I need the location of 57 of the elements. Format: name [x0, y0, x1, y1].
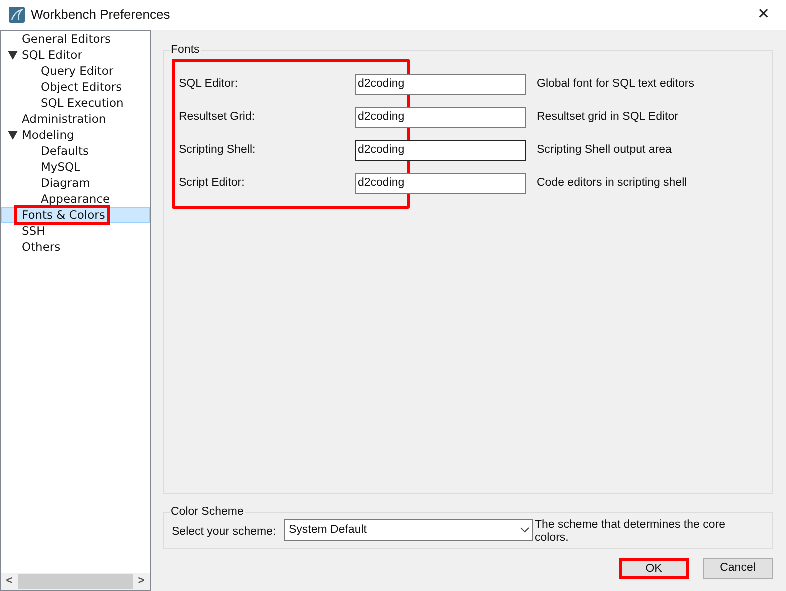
tree-row[interactable]: Others: [1, 239, 150, 255]
scroll-left-button[interactable]: <: [1, 573, 18, 590]
scheme-dropdown[interactable]: System Default: [284, 519, 533, 542]
tree-item-label[interactable]: General Editors: [20, 32, 114, 46]
tree-row[interactable]: General Editors: [1, 31, 150, 47]
tree-row[interactable]: Fonts & Colors: [1, 207, 150, 223]
expanded-triangle-icon[interactable]: [8, 130, 18, 140]
font-description: Code editors in scripting shell: [537, 176, 688, 192]
dialog-button[interactable]: Cancel: [703, 558, 773, 579]
window-title: Workbench Preferences: [31, 6, 170, 24]
tree-row[interactable]: Modeling: [1, 127, 150, 143]
tree-row[interactable]: Query Editor: [1, 63, 150, 79]
font-label: Resultset Grid:: [179, 110, 256, 126]
scroll-right-button[interactable]: >: [133, 573, 150, 590]
tree-item-label[interactable]: Fonts & Colors: [17, 208, 108, 222]
font-input-field[interactable]: d2coding: [355, 173, 526, 194]
tree-item-label[interactable]: Others: [20, 240, 63, 254]
scheme-label: Select your scheme:: [172, 525, 278, 540]
tree-item-label[interactable]: Modeling: [20, 128, 76, 142]
scheme-description: The scheme that determines the core colors.: [535, 519, 726, 546]
chevron-down-icon: [520, 527, 530, 534]
dialog-button[interactable]: OK: [619, 558, 689, 579]
group-title: Fonts: [170, 43, 201, 58]
tree-item-label[interactable]: Appearance: [39, 192, 112, 206]
tree-row[interactable]: Object Editors: [1, 79, 150, 95]
font-label: Script Editor:: [179, 176, 246, 192]
tree-row[interactable]: Defaults: [1, 143, 150, 159]
expanded-triangle-icon[interactable]: [8, 50, 18, 60]
font-input-field[interactable]: d2coding: [355, 107, 526, 128]
tree-row[interactable]: SQL Editor: [1, 47, 150, 63]
font-input-field[interactable]: d2coding: [355, 140, 526, 162]
horizontal-scrollbar[interactable]: < >: [1, 573, 150, 590]
tree-item-label[interactable]: SQL Execution: [39, 96, 126, 110]
scrollbar-thumb[interactable]: [18, 574, 133, 589]
close-button[interactable]: ✕: [742, 0, 786, 30]
tree-row[interactable]: Diagram: [1, 175, 150, 191]
dolphin-logo-icon: [9, 7, 25, 23]
font-label: Scripting Shell:: [179, 143, 257, 158]
tree-item-label[interactable]: SSH: [20, 224, 48, 238]
font-label: SQL Editor:: [179, 77, 240, 92]
tree-row[interactable]: SQL Execution: [1, 95, 150, 111]
font-description: Resultset grid in SQL Editor: [537, 110, 678, 126]
tree-item-label[interactable]: SQL Editor: [20, 48, 84, 62]
font-description: Scripting Shell output area: [537, 143, 672, 158]
tree-row[interactable]: Administration: [1, 111, 150, 127]
tree-item-label[interactable]: Query Editor: [39, 64, 116, 78]
tree-item-label[interactable]: Defaults: [39, 144, 92, 158]
font-input-field[interactable]: d2coding: [355, 74, 526, 96]
tree-item-label[interactable]: Administration: [20, 112, 108, 126]
tree-item-label[interactable]: MySQL: [39, 160, 82, 174]
group-title: Color Scheme: [170, 505, 245, 520]
tree-item-label[interactable]: Diagram: [39, 176, 92, 190]
font-description: Global font for SQL text editors: [537, 77, 694, 92]
tree-item-label[interactable]: Object Editors: [39, 80, 124, 94]
tree-row[interactable]: SSH: [1, 223, 150, 239]
tree-row[interactable]: Appearance: [1, 191, 150, 207]
tree-row[interactable]: MySQL: [1, 159, 150, 175]
